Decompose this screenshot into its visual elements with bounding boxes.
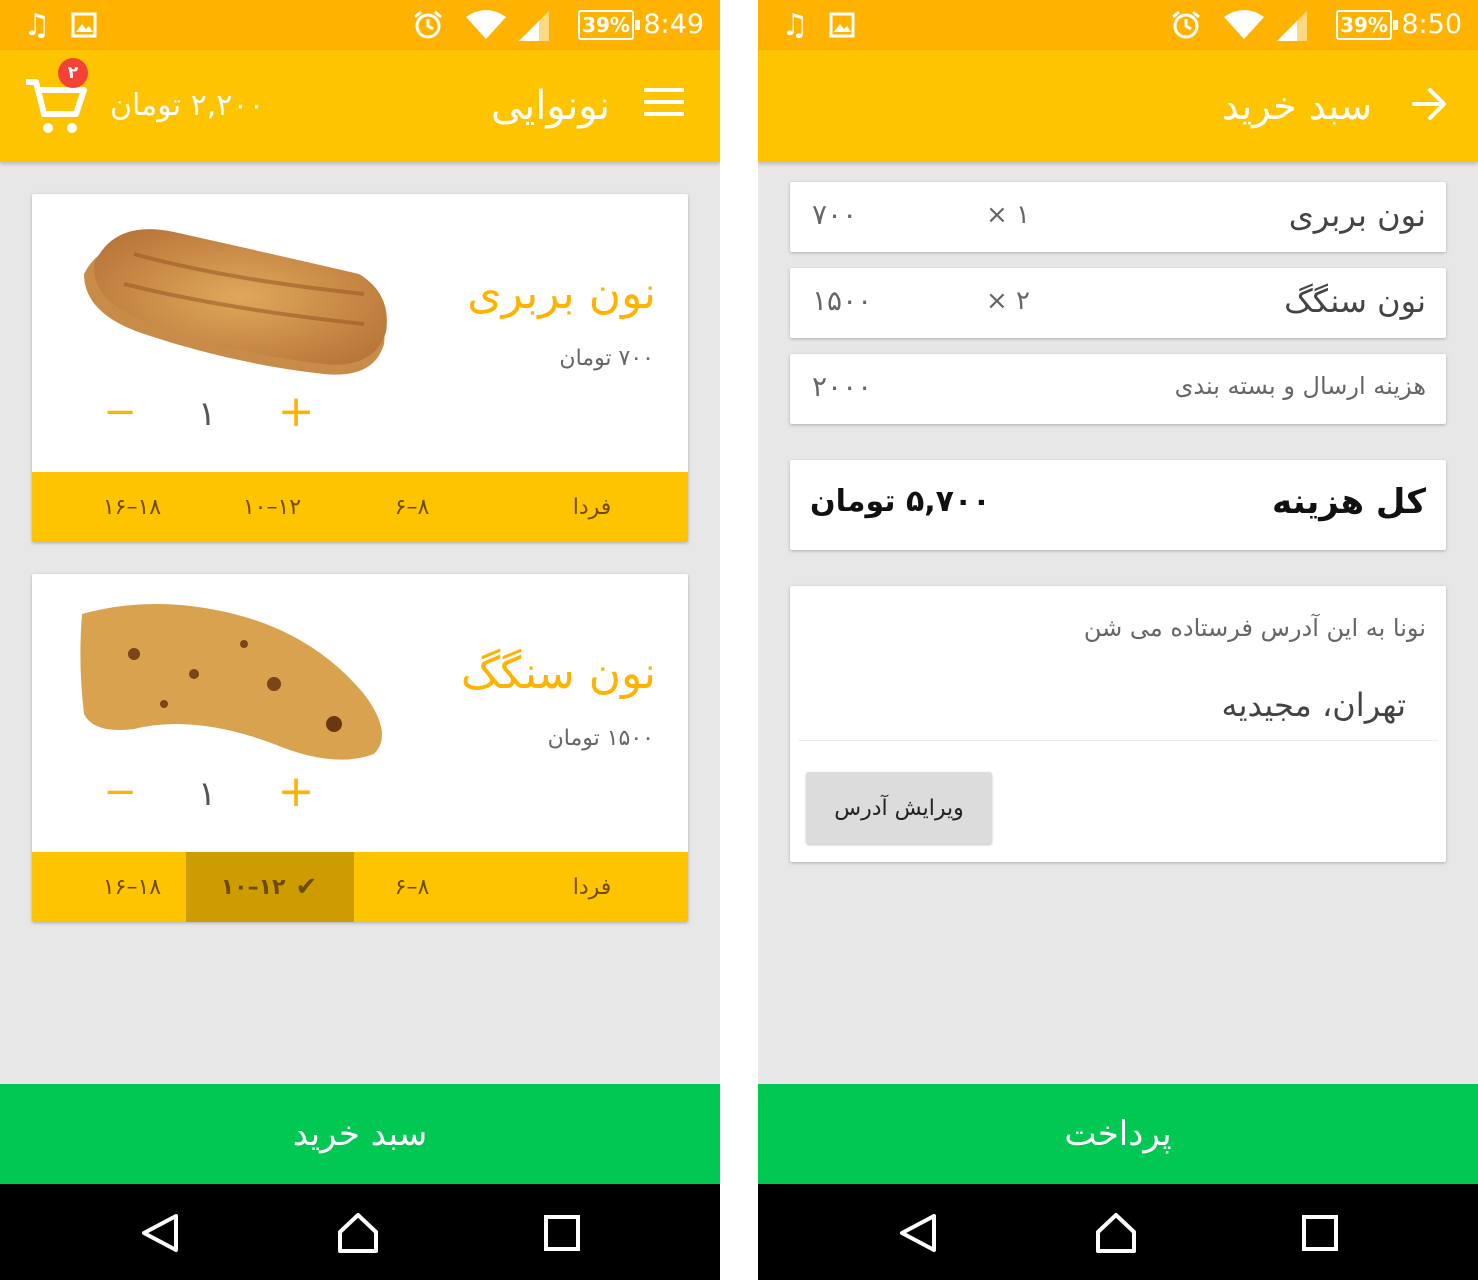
wifi-icon — [1224, 8, 1264, 42]
back-arrow-icon[interactable] — [1410, 84, 1450, 124]
line-item-name: نون سنگگ — [1284, 282, 1426, 320]
status-time: 8:50 — [1401, 9, 1462, 40]
line-item-price: ۷۰۰ — [812, 198, 858, 231]
bakery-screen: ♫ 39% 8:49 نونوایی ۲ ۲,۲۰۰ تومان نون برب… — [0, 0, 720, 1280]
battery-indicator: 39% — [1336, 10, 1398, 40]
delivery-time-bar: ۱۶–۱۸ ۱۰–۱۲ ✔ ۶–۸ فردا — [32, 852, 688, 922]
alarm-icon — [1168, 8, 1204, 42]
signal-icon — [1274, 8, 1310, 42]
image-icon — [828, 8, 856, 42]
address-value: تهران، مجیدیه — [1221, 686, 1406, 724]
nav-recent-icon[interactable] — [1298, 1212, 1342, 1254]
product-card: نون بربری ۷۰۰ تومان − ۱ + ۱۶–۱۸ ۱۰–۱۲ ۶–… — [32, 194, 688, 542]
music-icon: ♫ — [23, 7, 51, 43]
check-icon: ✔ — [295, 872, 320, 902]
address-card: نونا به این آدرس فرستاده می شن تهران، مج… — [790, 586, 1446, 862]
line-item-price: ۱۵۰۰ — [812, 284, 873, 317]
edit-address-button[interactable]: ویرایش آدرس — [806, 772, 992, 844]
nav-recent-icon[interactable] — [540, 1212, 584, 1254]
quantity-value: ۱ — [197, 774, 217, 814]
total-cost-card: کل هزینه ۵,۷۰۰ تومان — [790, 460, 1446, 550]
cart-button[interactable]: سبد خرید — [0, 1084, 720, 1184]
line-item-name: نون بربری — [1288, 196, 1426, 234]
total-value: ۵,۷۰۰ تومان — [810, 484, 991, 519]
music-icon: ♫ — [781, 7, 809, 43]
status-time: 8:49 — [643, 9, 704, 40]
barbari-bread-image — [74, 214, 394, 384]
quantity-value: ۱ — [197, 394, 217, 434]
decrease-quantity-button[interactable]: − — [102, 772, 138, 812]
time-slot-16-18[interactable]: ۱۶–۱۸ — [62, 852, 202, 922]
line-item-quantity: × ۱ — [986, 200, 1031, 230]
product-price: ۱۵۰۰ تومان — [547, 726, 654, 751]
increase-quantity-button[interactable]: + — [276, 770, 316, 814]
app-bar: سبد خرید — [758, 50, 1478, 162]
menu-icon[interactable] — [644, 88, 684, 122]
total-label: کل هزینه — [1272, 482, 1426, 522]
product-price: ۷۰۰ تومان — [559, 346, 654, 371]
time-slot-6-8[interactable]: ۶–۸ — [352, 472, 472, 542]
pay-button[interactable]: پرداخت — [758, 1084, 1478, 1184]
line-item-name: هزینه ارسال و بسته بندی — [1174, 372, 1426, 400]
app-bar: نونوایی ۲ ۲,۲۰۰ تومان — [0, 50, 720, 162]
signal-icon — [516, 8, 552, 42]
product-name: نون سنگگ — [460, 648, 656, 699]
time-slot-label: ۱۰–۱۲ — [220, 874, 286, 900]
delivery-day-label: فردا — [572, 874, 612, 900]
increase-quantity-button[interactable]: + — [276, 390, 316, 434]
delivery-time-bar: ۱۶–۱۸ ۱۰–۱۲ ۶–۸ فردا — [32, 472, 688, 542]
sangak-bread-image — [74, 594, 394, 764]
nav-back-icon[interactable] — [138, 1212, 182, 1254]
system-nav-bar — [758, 1184, 1478, 1280]
alarm-icon — [410, 8, 446, 42]
product-card: نون سنگگ ۱۵۰۰ تومان − ۱ + ۱۶–۱۸ ۱۰–۱۲ ✔ … — [32, 574, 688, 922]
cart-total: ۲,۲۰۰ تومان — [110, 88, 265, 123]
product-name: نون بربری — [467, 268, 656, 319]
system-nav-bar — [0, 1184, 720, 1280]
image-icon — [70, 8, 98, 42]
divider — [798, 740, 1438, 741]
time-slot-10-12-selected[interactable]: ۱۰–۱۲ ✔ — [186, 852, 354, 922]
cart-screen: ♫ 39% 8:50 سبد خرید نون بربری × ۱ ۷۰۰ نو… — [758, 0, 1478, 1280]
nav-home-icon[interactable] — [1094, 1212, 1138, 1254]
status-bar: ♫ 39% 8:49 — [0, 0, 720, 50]
cart-count-badge: ۲ — [58, 58, 88, 88]
address-note: نونا به این آدرس فرستاده می شن — [1083, 614, 1426, 642]
delivery-day-label: فردا — [572, 494, 612, 520]
time-slot-16-18[interactable]: ۱۶–۱۸ — [62, 472, 202, 542]
app-title: نونوایی — [490, 83, 610, 129]
nav-home-icon[interactable] — [336, 1212, 380, 1254]
status-bar: ♫ 39% 8:50 — [758, 0, 1478, 50]
time-slot-10-12[interactable]: ۱۰–۱۲ — [202, 472, 342, 542]
line-item-quantity: × ۲ — [986, 286, 1031, 316]
cart-line-item: نون بربری × ۱ ۷۰۰ — [790, 182, 1446, 252]
line-item-price: ۲۰۰۰ — [812, 370, 873, 403]
shipping-fee-line: هزینه ارسال و بسته بندی ۲۰۰۰ — [790, 354, 1446, 424]
time-slot-6-8[interactable]: ۶–۸ — [352, 852, 472, 922]
nav-back-icon[interactable] — [896, 1212, 940, 1254]
wifi-icon — [466, 8, 506, 42]
battery-indicator: 39% — [578, 10, 640, 40]
decrease-quantity-button[interactable]: − — [102, 392, 138, 432]
cart-line-item: نون سنگگ × ۲ ۱۵۰۰ — [790, 268, 1446, 338]
page-title: سبد خرید — [1221, 84, 1372, 128]
